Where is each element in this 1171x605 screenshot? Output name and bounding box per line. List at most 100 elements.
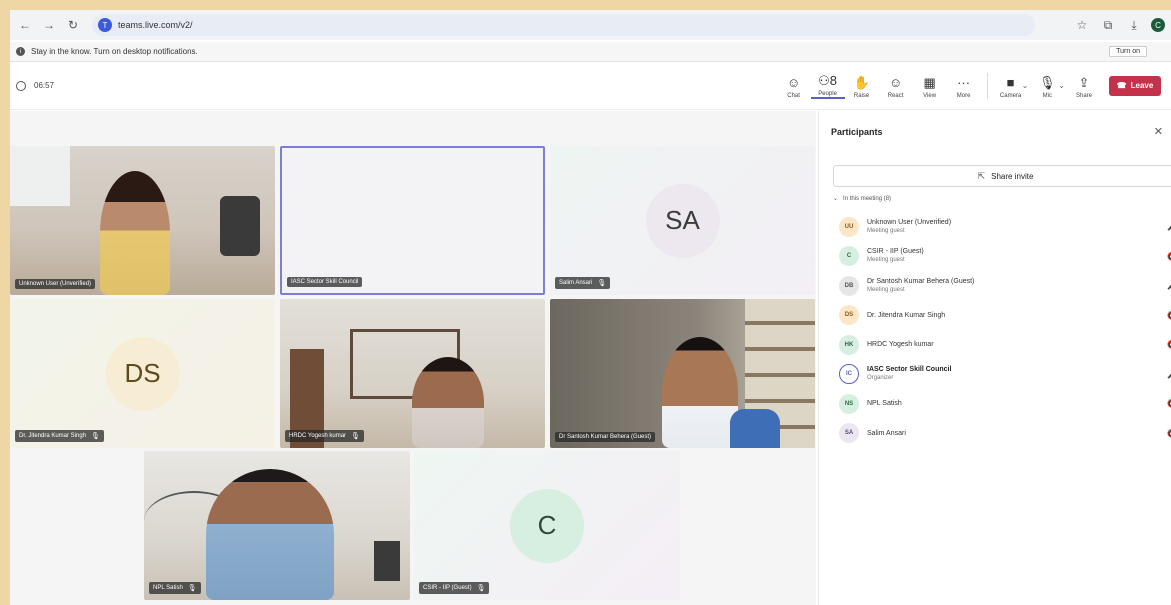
tile-name-tag: Dr. Jitendra Kumar Singh 🎙	[15, 430, 104, 442]
video-tile[interactable]: SA Salim Ansari 🎙	[550, 146, 815, 295]
tile-name: NPL Satish	[153, 585, 183, 591]
info-icon: i	[16, 47, 25, 56]
participant-row[interactable]: SA Salim Ansari 🔇	[839, 419, 1171, 449]
participant-avatar: DS	[105, 336, 180, 411]
participant-name: Unknown User (Unverified)	[867, 218, 952, 226]
mic-off-icon: 🎙	[476, 585, 486, 592]
toolbar-separator	[986, 72, 988, 99]
tile-name: Dr Santosh Kumar Behera (Guest)	[559, 434, 652, 440]
participant-info: NPL Satish	[867, 399, 902, 408]
participant-row[interactable]: C CSIR - IIP (Guest)Meeting guest 🔇	[839, 242, 1171, 272]
react-icon: ☺	[888, 74, 903, 90]
participant-row[interactable]: IC IASC Sector Skill CouncilOrganizer 🎤	[839, 360, 1171, 390]
participant-row[interactable]: DS Dr. Jitendra Kumar Singh 🔇	[839, 301, 1171, 331]
video-tile[interactable]: HRDC Yogesh kumar 🎙	[280, 299, 545, 448]
video-tile[interactable]: C CSIR - IIP (Guest) 🎙	[414, 451, 680, 600]
toolbar-button-more[interactable]: ··· More	[947, 75, 981, 99]
meeting-timer: 06:57	[16, 80, 54, 91]
window-decoration	[10, 146, 70, 206]
chevron-down-icon[interactable]: ⌄	[1058, 81, 1065, 90]
share-invite-label: Share invite	[991, 171, 1034, 181]
participant-row[interactable]: NS NPL Satish 🔇	[839, 389, 1171, 419]
leave-button[interactable]: ☎ Leave	[1109, 75, 1161, 96]
participant-info: Unknown User (Unverified) Meeting guest	[867, 218, 951, 236]
participant-name: Salim Ansari	[867, 429, 906, 437]
video-stage: Unknown User (Unverified) IASC Sector Sk…	[10, 111, 816, 605]
participant-info: Salim Ansari	[867, 429, 906, 438]
tile-name-tag: CSIR - IIP (Guest) 🎙	[419, 582, 490, 594]
participant-info: IASC Sector Skill Council Organizer	[867, 365, 951, 383]
video-tile[interactable]: IASC Sector Skill Council	[280, 146, 545, 295]
toolbar-button-people[interactable]: ⚇8 People	[810, 72, 845, 99]
leave-label: Leave	[1130, 81, 1154, 90]
tile-name: Unknown User (Unverified)	[19, 281, 92, 287]
browser-toolbar: ← → ↻ T teams.live.com/v2/ ☆ ⧉ ⤓ C	[10, 10, 1171, 40]
section-label: In this meeting (8)	[843, 195, 892, 202]
chair	[220, 196, 260, 256]
participant-row[interactable]: DB Dr Santosh Kumar Behera (Guest) Meeting…	[839, 271, 1171, 301]
panel-title: Participants	[831, 127, 883, 137]
mic-icon: 🎤	[1167, 222, 1171, 231]
participant-name: Dr. Jitendra Kumar Singh	[867, 311, 946, 319]
back-icon[interactable]: ←	[16, 16, 34, 34]
share-invite-button[interactable]: ⇱ Share invite	[833, 165, 1171, 187]
mic-icon: 🎤	[1167, 281, 1171, 290]
toolbar-button-chat[interactable]: ☺ Chat	[777, 75, 811, 99]
avatar: UU	[839, 216, 859, 237]
tile-name: Dr. Jitendra Kumar Singh	[19, 433, 87, 439]
toolbar-label: React	[887, 92, 904, 99]
toolbar-label: Share	[1075, 92, 1092, 99]
profile-avatar[interactable]: C	[1151, 18, 1165, 32]
toolbar-button-view[interactable]: ▦ View	[913, 75, 947, 99]
people-icon: ⚇8	[818, 72, 838, 88]
video-tile[interactable]: Unknown User (Unverified)	[10, 146, 275, 295]
avatar: HK	[839, 334, 859, 355]
mic-icon: 🎙	[1039, 74, 1056, 90]
download-icon[interactable]: ⤓	[1125, 16, 1143, 34]
toolbar-button-react[interactable]: ☺ React	[879, 75, 913, 99]
address-bar[interactable]: T teams.live.com/v2/	[92, 14, 1035, 36]
participant-row[interactable]: HK HRDC Yogesh kumar 🔇	[839, 330, 1171, 360]
tile-name: HRDC Yogesh kumar	[289, 433, 347, 439]
close-icon[interactable]: ✕	[1154, 125, 1163, 138]
reload-icon[interactable]: ↻	[64, 16, 82, 34]
phone-icon: ☎	[1116, 81, 1127, 90]
toolbar-label: People	[818, 90, 837, 97]
participant-row[interactable]: UU Unknown User (Unverified) Meeting guest…	[839, 212, 1171, 242]
participant-video	[412, 357, 484, 448]
share-icon: ⇪	[1078, 74, 1090, 90]
video-tile[interactable]: NPL Satish 🎙	[144, 451, 410, 600]
toolbar-button-raise[interactable]: ✋ Raise	[845, 75, 879, 99]
mic-off-icon: 🔇	[1167, 429, 1171, 438]
notification-text: Stay in the know. Turn on desktop notifi…	[31, 47, 198, 56]
video-tile[interactable]: Dr Santosh Kumar Behera (Guest)	[550, 299, 815, 448]
chevron-down-icon[interactable]: ⌄	[1022, 81, 1029, 90]
participant-name: CSIR - IIP (Guest)	[867, 248, 924, 256]
avatar: SA	[839, 423, 859, 444]
tile-name-tag: Dr Santosh Kumar Behera (Guest)	[555, 432, 656, 442]
camera-icon: ■	[1006, 74, 1015, 90]
meeting-section-toggle[interactable]: ⌄ In this meeting (8)	[833, 195, 892, 203]
mic-off-icon: 🎙	[351, 433, 360, 440]
toolbar-button-share[interactable]: ⇪ Share	[1067, 75, 1101, 99]
video-tile[interactable]: DS Dr. Jitendra Kumar Singh 🎙	[10, 299, 275, 448]
turn-on-button[interactable]: Turn on	[1109, 46, 1147, 57]
participant-video	[206, 469, 334, 600]
participant-video	[100, 171, 170, 295]
participant-list: UU Unknown User (Unverified) Meeting guest…	[839, 212, 1171, 448]
mic-off-icon: 🎙	[91, 433, 100, 440]
site-icon: T	[98, 18, 112, 32]
participant-name: HRDC Yogesh kumar	[867, 341, 934, 349]
participants-panel: Participants ✕ ⇱ Share invite ⌄ In this …	[818, 111, 1171, 605]
tile-name: CSIR - IIP (Guest)	[423, 585, 472, 591]
forward-icon[interactable]: →	[40, 16, 58, 34]
extensions-icon[interactable]: ⧉	[1099, 16, 1117, 34]
avatar: C	[839, 246, 859, 267]
star-icon[interactable]: ☆	[1073, 16, 1091, 34]
toolbar-buttons: ☺ Chat ⚇8 People ✋ Raise ☺ React ▦ View ··· More ■ Ca…	[777, 72, 1101, 99]
tile-name-tag: IASC Sector Skill Council	[287, 277, 363, 287]
mic-off-icon: 🔇	[1167, 252, 1171, 261]
chair	[730, 409, 780, 448]
participant-avatar: SA	[645, 183, 720, 258]
chat-icon: ☺	[786, 74, 801, 90]
